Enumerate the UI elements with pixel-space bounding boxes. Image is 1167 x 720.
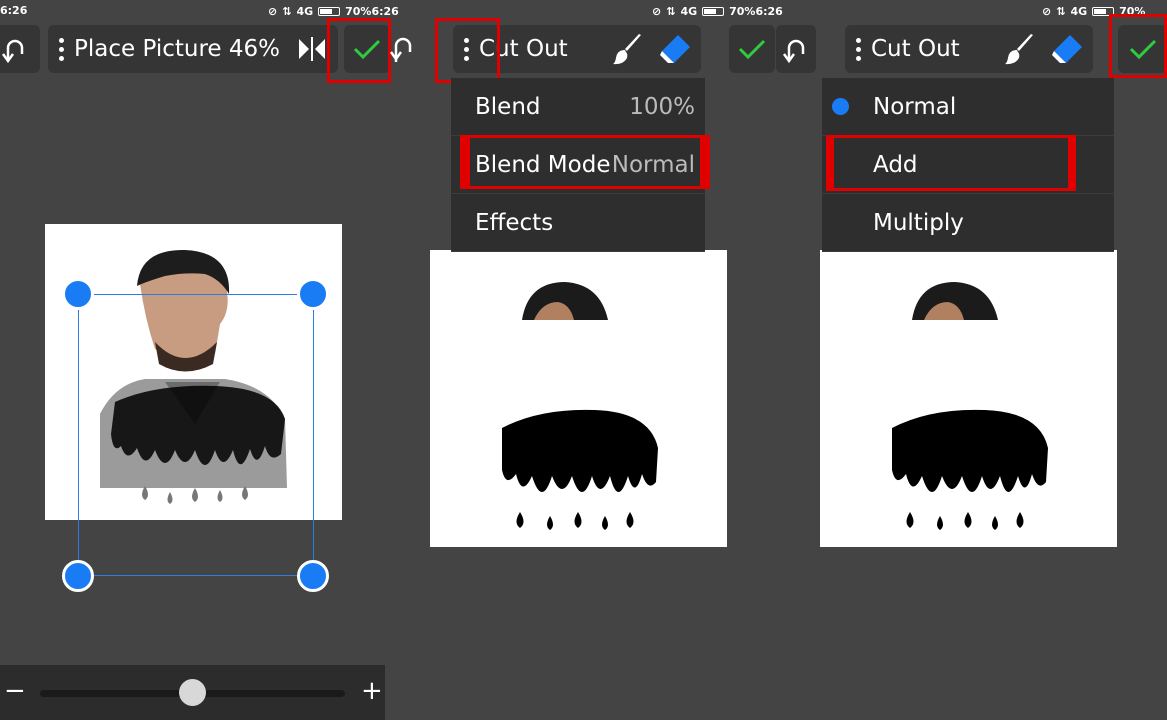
sync-off-icon: ⊘ <box>1042 4 1052 18</box>
menu-item-label: Effects <box>475 209 554 236</box>
menu-item-blend[interactable]: Blend 100% <box>451 78 705 136</box>
menu-item-label: Blend <box>475 93 541 120</box>
undo-button[interactable] <box>776 25 816 73</box>
place-picture-toolbar: Place Picture 46% <box>48 25 338 73</box>
battery-percent: 70% <box>1119 4 1146 18</box>
resize-handle-top-right[interactable] <box>297 278 329 310</box>
undo-button[interactable] <box>0 25 40 73</box>
checkmark-icon <box>1129 39 1156 60</box>
status-time-2: 70%6:26 <box>345 4 399 18</box>
status-time-3: 70%6:26 <box>729 4 783 18</box>
undo-icon <box>782 39 805 64</box>
slider-thumb[interactable] <box>179 679 206 706</box>
selection-box[interactable] <box>78 294 314 576</box>
battery-icon <box>1092 6 1115 16</box>
signal-icon: ⇅ <box>666 4 676 18</box>
highlight-bar-right <box>1068 135 1076 191</box>
menu-item-normal[interactable]: Normal <box>822 78 1114 136</box>
resize-handle-top-left[interactable] <box>62 278 94 310</box>
checkmark-icon <box>738 39 766 60</box>
eraser-icon[interactable] <box>1050 32 1084 66</box>
toolbar-title: Place Picture 46% <box>74 36 280 62</box>
status-time: 6:26 <box>0 4 28 17</box>
blend-value: 100% <box>629 93 695 120</box>
menu-item-label: Normal <box>873 93 957 120</box>
network-label: 4G <box>296 4 314 18</box>
checkmark-icon <box>353 39 381 60</box>
sync-off-icon: ⊘ <box>652 4 662 18</box>
cut-out-toolbar: Cut Out <box>453 25 701 73</box>
more-menu-icon[interactable] <box>463 37 469 61</box>
brush-icon[interactable] <box>1003 32 1037 66</box>
blend-mode-value: Normal <box>611 151 695 178</box>
sync-off-icon: ⊘ <box>268 4 278 18</box>
minus-button[interactable]: − <box>4 676 26 706</box>
highlight-bar-left <box>826 135 834 191</box>
opacity-slider-bar: − + <box>0 665 385 720</box>
layer-options-menu: Blend 100% Blend Mode Normal Effects <box>451 78 705 252</box>
signal-icon: ⇅ <box>1056 4 1066 18</box>
status-icons-2: ⊘ ⇅ 4G 70%6:26 <box>652 0 783 22</box>
confirm-button[interactable] <box>729 25 775 73</box>
battery-icon <box>318 6 341 16</box>
resize-handle-bottom-left[interactable] <box>62 560 94 592</box>
status-icons: ⊘ ⇅ 4G 70%6:26 <box>268 0 399 22</box>
selected-radio-icon <box>832 98 849 115</box>
cut-out-toolbar: Cut Out <box>845 25 1093 73</box>
network-label: 4G <box>680 4 698 18</box>
confirm-button[interactable] <box>344 25 390 73</box>
undo-icon[interactable] <box>388 30 418 70</box>
status-icons-3: ⊘ ⇅ 4G 70% <box>1042 0 1145 22</box>
undo-icon <box>1 39 24 64</box>
network-label: 4G <box>1070 4 1088 18</box>
resize-handle-bottom-right[interactable] <box>297 560 329 592</box>
highlight-bar-right <box>700 135 710 189</box>
plus-button[interactable]: + <box>361 676 383 706</box>
menu-item-label: Blend Mode <box>475 151 611 178</box>
eraser-icon[interactable] <box>658 32 692 66</box>
highlight-bar-left <box>460 135 470 189</box>
menu-item-label: Multiply <box>873 209 964 236</box>
brush-icon[interactable] <box>611 32 645 66</box>
battery-icon <box>702 6 725 16</box>
cutout-canvas <box>820 250 1117 547</box>
toolbar-title: Cut Out <box>871 36 960 62</box>
more-menu-icon[interactable] <box>855 37 861 61</box>
more-menu-icon[interactable] <box>58 37 64 61</box>
signal-icon: ⇅ <box>282 4 292 18</box>
menu-item-effects[interactable]: Effects <box>451 194 705 252</box>
menu-item-label: Add <box>873 151 918 178</box>
menu-item-blend-mode[interactable]: Blend Mode Normal <box>451 136 705 194</box>
cutout-preview <box>892 282 1048 530</box>
confirm-button[interactable] <box>1118 25 1167 73</box>
toolbar-title: Cut Out <box>479 36 568 62</box>
cutout-canvas <box>430 250 727 547</box>
cutout-preview <box>502 282 658 530</box>
menu-item-multiply[interactable]: Multiply <box>822 194 1114 252</box>
flip-horizontal-icon[interactable] <box>296 35 328 63</box>
